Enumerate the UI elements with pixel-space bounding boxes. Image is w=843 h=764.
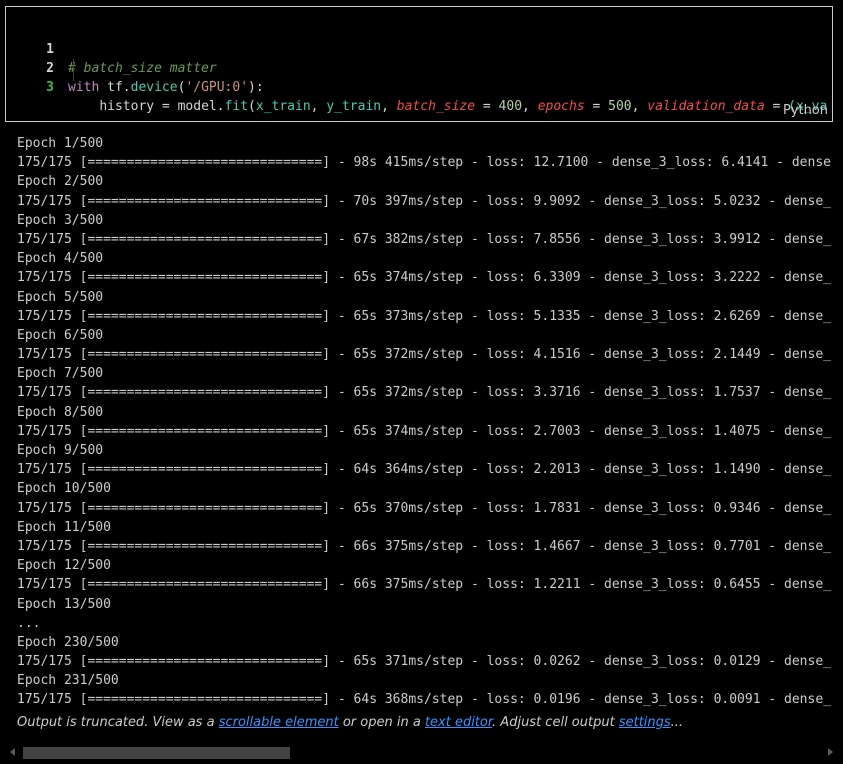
output-line: Epoch 231/500 <box>17 673 119 689</box>
code-param: validation_data <box>647 99 765 114</box>
chevron-right-icon[interactable] <box>828 748 833 756</box>
code-cell[interactable]: 1 # batch_size matter 2 with tf.device('… <box>5 6 833 122</box>
output-line: Epoch 13/500 <box>17 596 111 612</box>
output-line: 175/175 [==============================]… <box>17 347 831 363</box>
scrollbar-thumb[interactable] <box>23 747 290 759</box>
cell-output[interactable]: Epoch 1/500 175/175 [====================… <box>17 134 839 710</box>
code-number: 400 <box>498 99 523 114</box>
output-line: Epoch 2/500 <box>17 174 104 190</box>
output-line: 175/175 [==============================]… <box>17 462 831 478</box>
output-line: Epoch 230/500 <box>17 634 119 650</box>
output-line: Epoch 8/500 <box>17 404 104 420</box>
output-line: 175/175 [==============================]… <box>17 231 831 247</box>
code-param: batch_size <box>396 99 476 114</box>
output-line: 175/175 [==============================]… <box>17 423 831 439</box>
code-number: 500 <box>608 99 632 114</box>
output-line: Epoch 5/500 <box>17 289 104 305</box>
output-line: 175/175 [==============================]… <box>17 577 831 593</box>
scrollable-element-link[interactable]: scrollable element <box>219 715 339 730</box>
output-line: Epoch 10/500 <box>17 481 111 497</box>
text-editor-link[interactable]: text editor <box>425 715 492 730</box>
output-line: 175/175 [==============================]… <box>17 155 831 171</box>
line-number: 3 <box>46 80 54 95</box>
code-line-1[interactable]: 1 # batch_size matter <box>6 21 832 76</box>
output-line: 175/175 [==============================]… <box>17 308 831 324</box>
output-line: ... <box>17 615 41 631</box>
output-line: Epoch 9/500 <box>17 443 104 458</box>
output-line: Epoch 12/500 <box>17 558 111 574</box>
cell-language-label[interactable]: Python <box>783 103 828 118</box>
code-param: epochs <box>537 99 585 114</box>
output-line: Epoch 6/500 <box>17 327 104 343</box>
code-object: model <box>177 99 217 114</box>
output-line: Epoch 4/500 <box>17 251 104 267</box>
output-line: 175/175 [==============================]… <box>17 500 831 516</box>
output-line: Epoch 1/500 <box>17 136 104 151</box>
settings-link[interactable]: settings <box>619 715 671 730</box>
code-line-3[interactable]: 3 history = model.fit(x_train, y_train, … <box>6 59 832 114</box>
code-object: tf <box>107 80 123 95</box>
code-arg: y_train <box>326 99 382 114</box>
code-function: device <box>130 80 178 95</box>
code-string: '/GPU:0' <box>185 80 249 95</box>
output-line: Epoch 11/500 <box>17 519 111 535</box>
output-line: 175/175 [==============================]… <box>17 385 831 401</box>
horizontal-scrollbar[interactable] <box>0 744 843 762</box>
code-keyword: with <box>68 80 100 95</box>
truncation-notice: Output is truncated. View as a scrollabl… <box>17 715 684 730</box>
output-line: Epoch 3/500 <box>17 212 104 228</box>
chevron-left-icon[interactable] <box>10 748 15 756</box>
output-line: 175/175 [==============================]… <box>17 692 831 708</box>
output-line: Epoch 7/500 <box>17 366 104 382</box>
code-function: fit <box>224 99 249 114</box>
output-line: 175/175 [==============================]… <box>17 654 831 670</box>
code-line-2[interactable]: 2 with tf.device('/GPU:0'): <box>6 40 832 95</box>
output-line: 175/175 [==============================]… <box>17 538 831 554</box>
code-arg: x_train <box>255 99 311 114</box>
code-variable: history <box>99 99 155 114</box>
output-line: 175/175 [==============================]… <box>17 193 831 209</box>
output-line: 175/175 [==============================]… <box>17 270 831 286</box>
